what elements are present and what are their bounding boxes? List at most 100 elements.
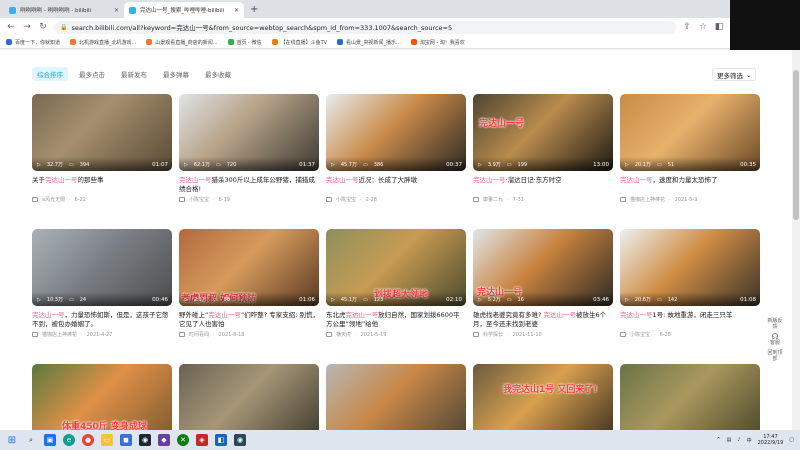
xbox-icon[interactable]: ✕ — [177, 434, 189, 446]
video-card[interactable]: 划拨超大领地▷45.1万▭12302:10 东北虎完达山一号放归自然，国家划拨66… — [326, 229, 466, 338]
extension-icon[interactable]: ◧ — [714, 22, 724, 32]
video-thumbnail[interactable]: ▷ 32.7万 ▭ 394 01:07 — [32, 94, 172, 171]
uploader-name[interactable]: 时间看闻 — [189, 331, 209, 338]
video-title[interactable]: 东北虎完达山一号放归自然，国家划拨6600平方公里“领地”给他 — [326, 311, 466, 329]
video-card[interactable]: ▷ 20.6万 ▭ 142 01:08 完达山一号1号: 故地重游，闭走三只羊 小陈宝宝 · 6… — [620, 229, 760, 338]
bookmark-item[interactable]: 北机游戏直播_北机游戏... — [70, 39, 136, 46]
video-card[interactable]: 我完达山1号 又回来了! — [473, 364, 613, 430]
video-card[interactable]: ▷ 45.7万 ▭ 386 00:37 完达山一号近况：长成了大胖墩 小陈宝宝 · 2-28 — [326, 94, 466, 203]
tab-sort-most-danmaku[interactable]: 最多弹幕 — [158, 67, 194, 81]
tab-sort-most-favorited[interactable]: 最多收藏 — [200, 67, 236, 81]
back-to-top-button[interactable]: 回到顶部 — [766, 350, 784, 362]
uploader-name[interactable]: a风光无限 — [42, 196, 65, 203]
browser-tab-1[interactable]: 咧咧咧咧 - 咧咧咧咧 - bilibili ✕ — [4, 2, 124, 18]
video-thumbnail[interactable] — [620, 364, 760, 430]
page-scrollbar[interactable] — [792, 50, 800, 430]
video-card[interactable] — [326, 364, 466, 430]
video-card[interactable] — [179, 364, 319, 430]
customer-service-button[interactable]: ☊ 客服 — [766, 333, 784, 347]
video-title[interactable]: 完达山一号，力量恐怖如斯，但是，这孩子它憋不到，被包办婚姻了。 — [32, 311, 172, 329]
uploader-name[interactable]: 康董二九 — [483, 196, 503, 203]
ime-indicator[interactable]: 中 — [747, 437, 752, 444]
bookmark-item[interactable]: 百度一下，你就知道 — [6, 39, 60, 46]
video-card[interactable]: 完达山一号 ▷ 5.2万 ▭ 16 03:46 雄虎找老婆究竟有多难? 完达山一号被放生6个… — [473, 229, 613, 338]
bookmark-item[interactable]: 山景观看直播_商店的新闻... — [146, 39, 218, 46]
video-card[interactable]: ▷ 10.3万 ▭ 24 00:46 完达山一号，力量恐怖如斯，但是，这孩子它憋不到，被包… — [32, 229, 172, 338]
steam-icon[interactable]: ◉ — [139, 434, 151, 446]
video-card[interactable]: ▷ 62.1万 ▭ 720 01:37 完达山一号猎杀300斤以上成年公野猪，捕猎成绩合格… — [179, 94, 319, 203]
bookmark-item[interactable]: 看山景_央视新闻_播乐... — [337, 39, 401, 46]
tab-sort-default[interactable]: 综合排序 — [32, 67, 68, 81]
notification-icon[interactable]: ▢ — [789, 437, 794, 443]
store-icon[interactable]: ◼ — [120, 434, 132, 446]
close-tab-icon[interactable]: ✕ — [234, 7, 239, 14]
video-card[interactable]: ▷ 32.7万 ▭ 394 01:07 关于完达山一号的那些事 a风光无限 · 8-22 — [32, 94, 172, 203]
video-title[interactable]: 完达山一号近况：长成了大胖墩 — [326, 176, 466, 194]
video-title[interactable]: 完达山一号，速度和力量太恐怖了 — [620, 176, 760, 194]
video-thumbnail[interactable]: 完达山一号 ▷ 3.9万 ▭ 199 13:00 — [473, 94, 613, 171]
video-title[interactable]: 完达山一号猎杀300斤以上成年公野猪，捕猎成绩合格! — [179, 176, 319, 194]
file-explorer-icon[interactable]: ▭ — [101, 434, 113, 446]
address-bar[interactable]: 🔒 search.bilibili.com/all?keyword=完达山一号&… — [54, 20, 676, 34]
new-tab-button[interactable]: + — [250, 2, 258, 18]
video-thumbnail[interactable]: ▷ 20.6万 ▭ 142 01:08 — [620, 229, 760, 306]
uploader-name[interactable]: 科学探长 — [483, 331, 503, 338]
more-filters-button[interactable]: 更多筛选 ⌄ — [712, 68, 757, 81]
uploader-name[interactable]: 猫咖店上神棒花 — [42, 331, 77, 338]
video-title[interactable]: 雄虎找老婆究竟有多难? 完达山一号被放生6个月，至今还未找到老婆 — [473, 311, 613, 329]
video-thumbnail[interactable]: 老虎周叔 如何预防▷2.1万▭3801:06 — [179, 229, 319, 306]
volume-icon[interactable]: ♪ — [737, 437, 740, 443]
forward-icon[interactable]: → — [22, 22, 32, 32]
video-title[interactable]: 完达山一号1号: 故地重游，闭走三只羊 — [620, 311, 760, 329]
video-title[interactable]: 完达山一号·溜达日记·东方时空 — [473, 176, 613, 194]
edge-browser-icon[interactable]: e — [63, 434, 75, 446]
video-thumbnail[interactable]: ▷ 62.1万 ▭ 720 01:37 — [179, 94, 319, 171]
share-icon[interactable]: ⇪ — [682, 22, 692, 32]
clock[interactable]: 17:47 2022/9/19 — [758, 434, 784, 446]
app-icon[interactable]: ◧ — [215, 434, 227, 446]
video-thumbnail[interactable]: ▷ 45.7万 ▭ 386 00:37 — [326, 94, 466, 171]
browser-tab-2[interactable]: 完达山一号_搜索_哔哩哔哩-bilibili ✕ — [124, 2, 244, 18]
video-thumbnail[interactable] — [179, 364, 319, 430]
windows-start-icon[interactable]: ⊞ — [6, 434, 18, 446]
tab-sort-newest[interactable]: 最新发布 — [116, 67, 152, 81]
video-card[interactable]: 完达山一号 ▷ 3.9万 ▭ 199 13:00 完达山一号·溜达日记·东方时空 康董二九 · 7… — [473, 94, 613, 203]
close-tab-icon[interactable]: ✕ — [114, 7, 119, 14]
video-card[interactable]: 体重450斤 变身成球 — [32, 364, 172, 430]
video-card[interactable]: 老虎周叔 如何预防▷2.1万▭3801:06 野外碰上“完达山一号”们咋整? 专家… — [179, 229, 319, 338]
video-thumbnail[interactable]: ▷ 20.1万 ▭ 51 00:35 — [620, 94, 760, 171]
uploader-name[interactable]: 小陈宝宝 — [336, 196, 356, 203]
bookmark-item[interactable]: 淘宝网 - 淘！我喜欢 — [410, 39, 465, 46]
video-thumbnail[interactable]: ▷ 10.3万 ▭ 24 00:46 — [32, 229, 172, 306]
video-title[interactable]: 关于完达山一号的那些事 — [32, 176, 172, 194]
video-thumbnail[interactable]: 体重450斤 变身成球 — [32, 364, 172, 430]
reload-icon[interactable]: ↻ — [38, 22, 48, 32]
video-stats: ▷ 45.1万 ▭ 123 — [331, 296, 383, 304]
video-title[interactable]: 野外碰上“完达山一号”们咋整? 专家支招: 别慌，它见了人也害怕 — [179, 311, 319, 329]
feedback-button[interactable]: 新版反馈 — [766, 318, 784, 330]
video-thumbnail[interactable] — [326, 364, 466, 430]
star-icon[interactable]: ☆ — [698, 22, 708, 32]
chevron-up-icon[interactable]: ^ — [716, 437, 720, 443]
uploader-name[interactable]: 横天虎 — [336, 331, 351, 338]
back-icon[interactable]: ← — [6, 22, 16, 32]
video-thumbnail[interactable]: 我完达山1号 又回来了! — [473, 364, 613, 430]
video-card[interactable] — [620, 364, 760, 430]
scrollbar-thumb[interactable] — [793, 70, 799, 220]
video-card[interactable]: ▷ 20.1万 ▭ 51 00:35 完达山一号，速度和力量太恐怖了 猫咖店上神棒花 · 202… — [620, 94, 760, 203]
task-view-icon[interactable]: ▣ — [44, 434, 56, 446]
app-icon[interactable]: ◈ — [196, 434, 208, 446]
video-thumbnail[interactable]: 完达山一号▷5.2万▭1603:46 — [473, 229, 613, 306]
search-icon[interactable]: ⌕ — [25, 434, 37, 446]
video-thumbnail[interactable]: 划拨超大领地▷45.1万▭12302:10 — [326, 229, 466, 306]
chrome-icon[interactable]: ● — [82, 434, 94, 446]
bookmark-item[interactable]: 【在线直播】斗鱼TV — [271, 39, 327, 46]
tab-sort-most-clicked[interactable]: 最多点击 — [74, 67, 110, 81]
bookmark-item[interactable]: 首页 - 微信 — [227, 39, 262, 46]
uploader-name[interactable]: 小陈宝宝 — [189, 196, 209, 203]
uploader-name[interactable]: 猫咖店上神棒花 — [630, 196, 665, 203]
network-icon[interactable]: ▤ — [727, 437, 732, 443]
steam-icon[interactable]: ◉ — [234, 434, 246, 446]
uploader-name[interactable]: 小陈宝宝 — [630, 331, 650, 338]
app-icon[interactable]: ◆ — [158, 434, 170, 446]
